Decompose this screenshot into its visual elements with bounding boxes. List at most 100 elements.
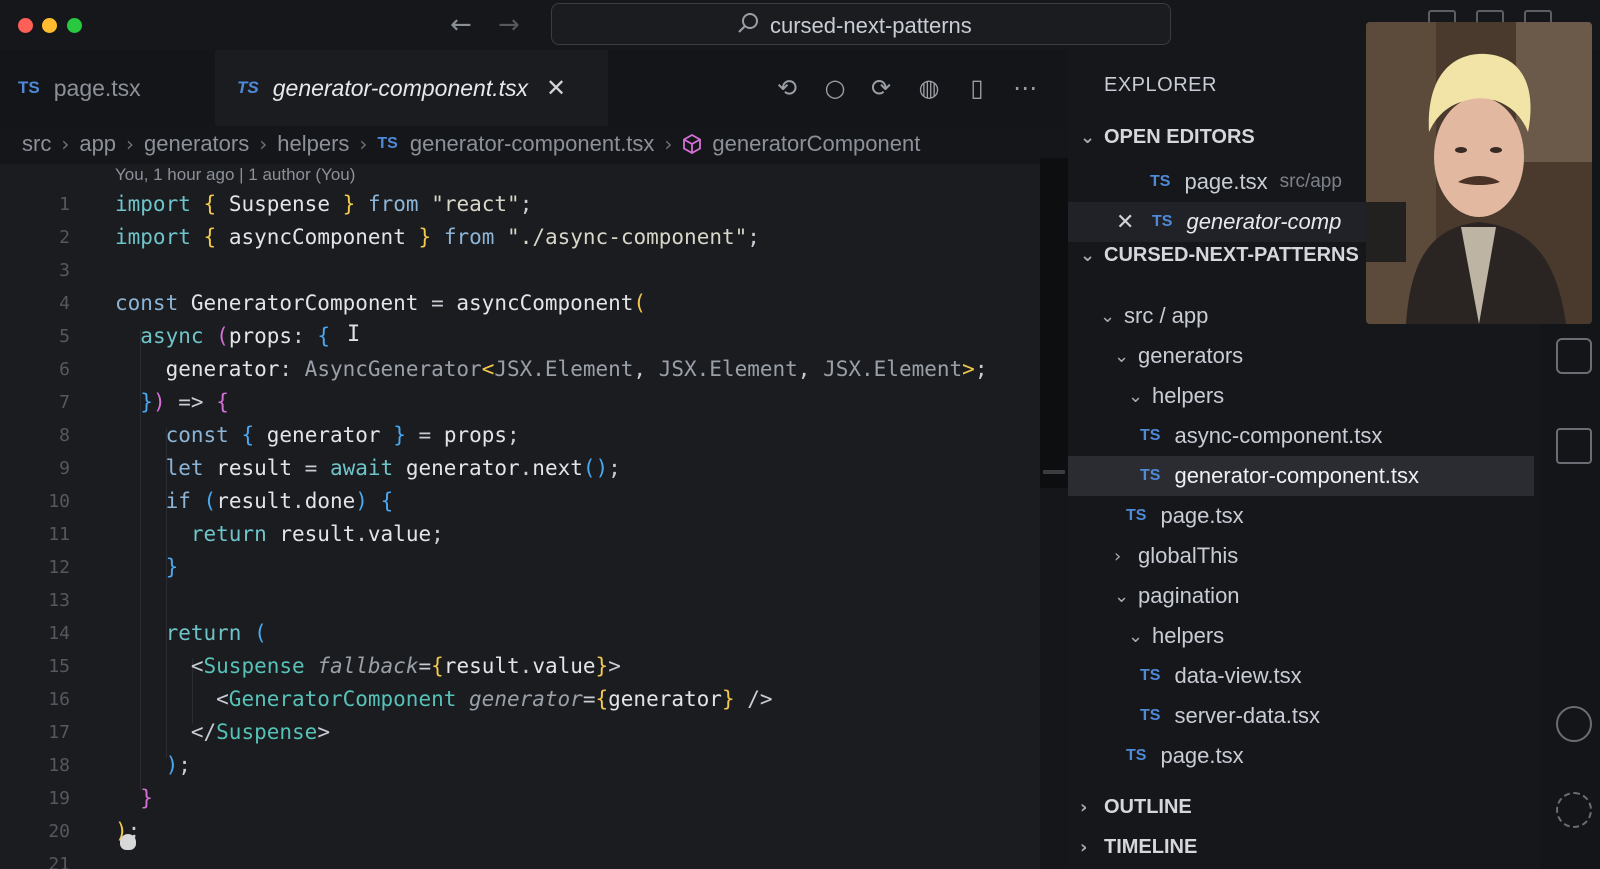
breadcrumb-item[interactable]: generators: [144, 131, 249, 157]
file-label: generator-comp: [1186, 209, 1342, 234]
split-editor-icon[interactable]: ▯: [962, 73, 992, 103]
run-debug-icon[interactable]: [1556, 428, 1592, 464]
code-content: import { Suspense } from "react"; import…: [115, 188, 1035, 848]
tree-folder[interactable]: ⌄ generators: [1114, 336, 1243, 376]
open-changes-icon[interactable]: ◍: [914, 73, 944, 103]
account-icon[interactable]: [1556, 706, 1592, 742]
code-line: }: [140, 786, 153, 810]
close-tab-icon[interactable]: ✕: [546, 74, 566, 102]
tree-file[interactable]: TS async-component.tsx: [1140, 416, 1382, 456]
code-line: if (result.done) {: [165, 489, 394, 513]
section-title: CURSED-NEXT-PATTERNS: [1104, 244, 1359, 266]
code-line: const GeneratorComponent = asyncComponen…: [115, 291, 647, 315]
line-number: 19: [48, 788, 70, 809]
code-line: return (: [165, 621, 267, 645]
code-line: <GeneratorComponent generator={generator…: [115, 687, 773, 711]
breadcrumb: src › app › generators › helpers › TS ge…: [22, 124, 920, 164]
file-label: async-component.tsx: [1174, 423, 1383, 448]
code-line: generator: AsyncGenerator<JSX.Element, J…: [165, 357, 988, 381]
outline-header[interactable]: › OUTLINE: [1080, 796, 1192, 819]
minimap[interactable]: [1040, 158, 1068, 488]
typescript-file-icon: TS: [1152, 213, 1173, 230]
chevron-right-icon: ›: [61, 132, 70, 156]
breadcrumb-file[interactable]: generator-component.tsx: [410, 131, 655, 157]
symbol-method-icon: [683, 134, 702, 154]
typescript-file-icon: TS: [237, 78, 259, 97]
close-window-button[interactable]: [18, 18, 33, 33]
zoom-window-button[interactable]: [67, 18, 82, 33]
line-number: 12: [48, 557, 70, 578]
tab-generator-component-tsx[interactable]: TS generator-component.tsx ✕: [215, 50, 608, 126]
chevron-down-icon: ⌄: [1100, 305, 1116, 327]
go-forward-change-icon[interactable]: ⟳: [866, 73, 896, 103]
typescript-file-icon: TS: [377, 135, 398, 152]
line-number: 18: [48, 755, 70, 776]
line-number: 14: [48, 623, 70, 644]
go-back-change-icon[interactable]: ⟲: [772, 73, 802, 103]
line-number: 21: [48, 854, 70, 869]
code-line: import { Suspense } from "react";: [115, 192, 533, 216]
commit-icon[interactable]: ○: [820, 73, 850, 103]
code-line: }) => {: [140, 390, 229, 414]
code-line: );: [165, 753, 191, 777]
open-editor-item[interactable]: TS page.tsx src/app: [1150, 162, 1342, 202]
source-control-icon[interactable]: [1556, 338, 1592, 374]
timeline-header[interactable]: › TIMELINE: [1080, 836, 1197, 859]
tree-file[interactable]: TS server-data.tsx: [1140, 696, 1320, 736]
arrow-right-icon[interactable]: →: [498, 10, 520, 40]
code-line: }: [165, 555, 179, 579]
breadcrumb-symbol[interactable]: generatorComponent: [712, 131, 920, 157]
tree-file[interactable]: TS page.tsx: [1126, 496, 1244, 536]
chevron-down-icon: ⌄: [1080, 245, 1096, 266]
tree-file[interactable]: TS data-view.tsx: [1140, 656, 1302, 696]
arrow-left-icon[interactable]: ←: [450, 10, 472, 40]
tab-label: generator-component.tsx: [272, 74, 529, 101]
tab-page-tsx[interactable]: TS page.tsx: [18, 50, 141, 126]
explorer-title: EXPLORER: [1104, 74, 1217, 96]
line-number: 7: [59, 392, 70, 413]
code-line: return result.value;: [190, 522, 444, 546]
search-icon: [738, 13, 758, 33]
breadcrumb-item[interactable]: src: [22, 131, 51, 157]
chevron-right-icon: ›: [259, 132, 268, 156]
breadcrumb-item[interactable]: helpers: [277, 131, 349, 157]
typescript-file-icon: TS: [1140, 427, 1161, 444]
open-editors-header[interactable]: ⌄ OPEN EDITORS: [1080, 126, 1255, 149]
line-number: 16: [48, 689, 70, 710]
line-number: 4: [59, 293, 70, 314]
minimap-slider[interactable]: [1043, 470, 1065, 474]
gear-icon[interactable]: [1556, 792, 1592, 828]
typescript-file-icon: TS: [18, 78, 40, 97]
file-label: page.tsx: [1160, 503, 1244, 528]
line-number: 8: [59, 425, 70, 446]
chevron-down-icon: ⌄: [1128, 385, 1144, 407]
lightbulb-icon[interactable]: [120, 834, 136, 850]
breadcrumb-item[interactable]: app: [79, 131, 116, 157]
codelens-blame[interactable]: You, 1 hour ago | 1 author (You): [115, 165, 355, 185]
line-number: 3: [59, 260, 70, 281]
close-editor-icon[interactable]: ✕: [1116, 210, 1134, 235]
open-editor-item-active[interactable]: ✕ TS generator-comp: [1068, 202, 1368, 242]
tree-folder[interactable]: ⌄ helpers: [1128, 616, 1224, 656]
typescript-file-icon: TS: [1150, 173, 1171, 190]
tree-folder[interactable]: ⌄ pagination: [1114, 576, 1240, 616]
tree-file[interactable]: TS page.tsx: [1126, 736, 1244, 776]
code-line: import { asyncComponent } from "./async-…: [115, 225, 760, 249]
typescript-file-icon: TS: [1126, 507, 1147, 524]
presenter-video: [1366, 22, 1592, 324]
command-center-text: cursed-next-patterns: [770, 13, 972, 38]
webcam-overlay: [1366, 22, 1592, 324]
section-title: TIMELINE: [1104, 836, 1198, 858]
section-title: OUTLINE: [1104, 796, 1192, 818]
folder-label: generators: [1138, 343, 1244, 368]
tree-folder[interactable]: ⌄ helpers: [1128, 376, 1224, 416]
tree-file-selected[interactable]: TS generator-component.tsx: [1068, 456, 1534, 496]
project-folder-header[interactable]: ⌄ CURSED-NEXT-PATTERNS: [1080, 244, 1359, 267]
tree-folder[interactable]: ⌄ src / app: [1100, 296, 1208, 336]
line-number-gutter: 1 2 3 4 5 6 7 8 9 10 11 12 13 14 15 16 17 18 19 20 21: [0, 188, 70, 869]
more-actions-icon[interactable]: ⋯: [1010, 73, 1040, 103]
tree-folder[interactable]: › globalThis: [1114, 536, 1238, 576]
command-center-search[interactable]: cursed-next-patterns: [551, 3, 1171, 45]
minimize-window-button[interactable]: [42, 18, 57, 33]
